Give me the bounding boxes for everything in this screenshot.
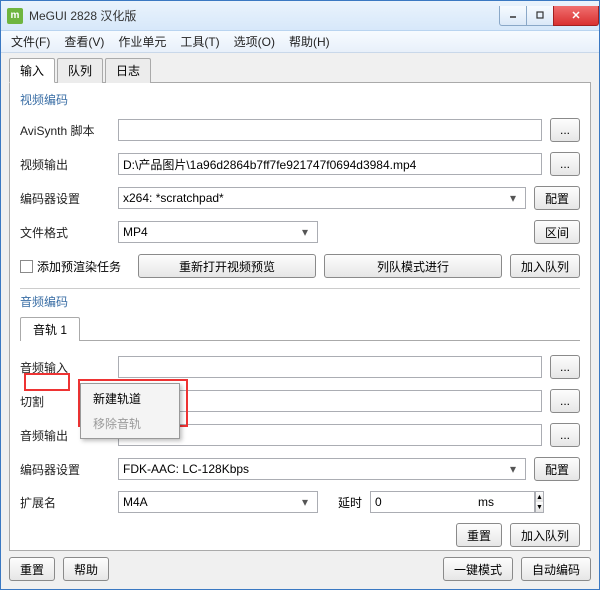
window-title: MeGUI 2828 汉化版: [29, 7, 500, 24]
chevron-down-icon: ▾: [505, 462, 521, 476]
close-button[interactable]: [553, 6, 599, 26]
menu-jobs[interactable]: 作业单元: [112, 31, 172, 52]
footer-bar: 重置 帮助 一键模式 自动编码: [9, 551, 591, 581]
audio-add-queue-button[interactable]: 加入队列: [510, 523, 580, 547]
tab-pane: 视频编码 AviSynth 脚本 ... 视频输出 ... 编码器设置 x264…: [9, 83, 591, 551]
video-config-button[interactable]: 配置: [534, 186, 580, 210]
cut-browse-button[interactable]: ...: [550, 389, 580, 413]
file-format-label: 文件格式: [20, 224, 110, 241]
ext-label: 扩展名: [20, 494, 110, 511]
separator: [20, 288, 580, 289]
tab-log[interactable]: 日志: [105, 58, 151, 83]
oneclick-mode-button[interactable]: 一键模式: [443, 557, 513, 581]
tab-queue[interactable]: 队列: [57, 58, 103, 83]
app-icon: m: [7, 8, 23, 24]
menu-remove-track: 移除音轨: [83, 411, 177, 436]
audio-encoder-label: 编码器设置: [20, 461, 110, 478]
audio-encoder-value: FDK-AAC: LC-128Kbps: [123, 462, 249, 476]
avisynth-label: AviSynth 脚本: [20, 122, 110, 139]
ext-value: M4A: [123, 495, 148, 509]
menu-help[interactable]: 帮助(H): [283, 31, 336, 52]
audio-input-label: 音频输入: [20, 359, 110, 376]
content-area: 输入 队列 日志 视频编码 AviSynth 脚本 ... 视频输出 ... 编…: [1, 53, 599, 589]
main-tabs: 输入 队列 日志: [9, 57, 591, 83]
window-controls: [500, 6, 599, 26]
spin-down-icon[interactable]: ▼: [536, 502, 543, 512]
delay-input[interactable]: [370, 491, 535, 513]
video-encoder-label: 编码器设置: [20, 190, 110, 207]
delay-label: 延时: [338, 494, 362, 511]
file-format-value: MP4: [123, 225, 148, 239]
video-output-label: 视频输出: [20, 156, 110, 173]
context-menu: 新建轨道 移除音轨: [80, 383, 180, 439]
menu-new-track[interactable]: 新建轨道: [83, 386, 177, 411]
video-add-queue-button[interactable]: 加入队列: [510, 254, 580, 278]
chevron-down-icon: ▾: [297, 225, 313, 239]
audio-encoder-select[interactable]: FDK-AAC: LC-128Kbps ▾: [118, 458, 526, 480]
file-format-select[interactable]: MP4 ▾: [118, 221, 318, 243]
audio-tabs: 音轨 1: [20, 316, 580, 340]
audio-track-tab-1[interactable]: 音轨 1: [20, 317, 80, 341]
footer-help-button[interactable]: 帮助: [63, 557, 109, 581]
interval-button[interactable]: 区间: [534, 220, 580, 244]
app-window: m MeGUI 2828 汉化版 文件(F) 查看(V) 作业单元 工具(T) …: [0, 0, 600, 590]
cut-input[interactable]: [118, 390, 542, 412]
video-output-browse-button[interactable]: ...: [550, 152, 580, 176]
checkbox-icon: [20, 260, 33, 273]
maximize-button[interactable]: [526, 6, 554, 26]
prerender-checkbox[interactable]: 添加预渲染任务: [20, 254, 130, 278]
audio-output-browse-button[interactable]: ...: [550, 423, 580, 447]
footer-reset-button[interactable]: 重置: [9, 557, 55, 581]
menu-options[interactable]: 选项(O): [228, 31, 281, 52]
chevron-down-icon: ▾: [505, 191, 521, 205]
auto-encode-button[interactable]: 自动编码: [521, 557, 591, 581]
menu-file[interactable]: 文件(F): [5, 31, 56, 52]
avisynth-input[interactable]: [118, 119, 542, 141]
video-output-input[interactable]: [118, 153, 542, 175]
menu-tools[interactable]: 工具(T): [174, 31, 225, 52]
queue-mode-button[interactable]: 列队模式进行: [324, 254, 502, 278]
reopen-preview-button[interactable]: 重新打开视频预览: [138, 254, 316, 278]
video-section-title: 视频编码: [20, 91, 580, 108]
delay-unit: ms: [478, 495, 494, 509]
audio-reset-button[interactable]: 重置: [456, 523, 502, 547]
audio-output-input[interactable]: [118, 424, 542, 446]
spin-up-icon[interactable]: ▲: [536, 492, 543, 502]
menu-view[interactable]: 查看(V): [58, 31, 110, 52]
video-encoder-value: x264: *scratchpad*: [123, 191, 224, 205]
audio-config-button[interactable]: 配置: [534, 457, 580, 481]
avisynth-browse-button[interactable]: ...: [550, 118, 580, 142]
prerender-label: 添加预渲染任务: [37, 258, 121, 275]
audio-section-title: 音频编码: [20, 293, 580, 310]
chevron-down-icon: ▾: [297, 495, 313, 509]
delay-stepper[interactable]: ▲▼: [370, 491, 470, 513]
audio-input-browse-button[interactable]: ...: [550, 355, 580, 379]
ext-select[interactable]: M4A ▾: [118, 491, 318, 513]
tab-input[interactable]: 输入: [9, 58, 55, 83]
minimize-button[interactable]: [499, 6, 527, 26]
audio-input-field[interactable]: [118, 356, 542, 378]
title-bar: m MeGUI 2828 汉化版: [1, 1, 599, 31]
menu-bar: 文件(F) 查看(V) 作业单元 工具(T) 选项(O) 帮助(H): [1, 31, 599, 53]
video-encoder-select[interactable]: x264: *scratchpad* ▾: [118, 187, 526, 209]
